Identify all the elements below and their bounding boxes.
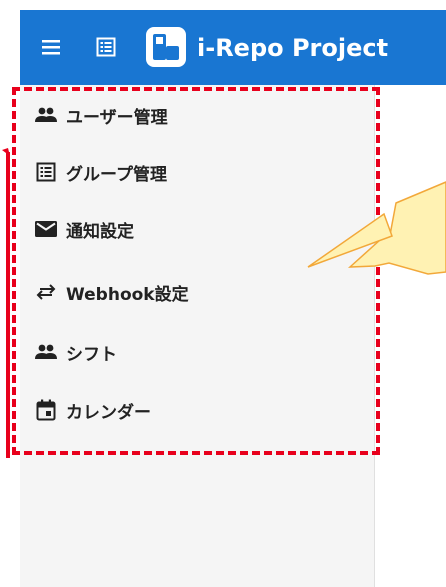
people-icon: [34, 340, 58, 364]
sidebar-item-label: グループ管理: [66, 164, 167, 185]
people-icon: [34, 103, 58, 127]
sidebar-item-group-management[interactable]: グループ管理: [34, 158, 167, 186]
list-box-icon: [34, 160, 58, 184]
mail-icon: [34, 217, 58, 241]
sidebar-item-user-management[interactable]: ユーザー管理: [34, 101, 168, 129]
sidebar-item-label: Webhook設定: [66, 284, 189, 305]
sidebar-item-label: ユーザー管理: [66, 107, 168, 128]
sidebar-item-label: カレンダー: [66, 402, 151, 423]
calendar-icon: [34, 398, 58, 422]
swap-arrows-icon: [34, 280, 58, 304]
sidebar-item-label: 通知設定: [66, 221, 134, 242]
list-view-icon[interactable]: [95, 36, 117, 58]
hamburger-menu-icon[interactable]: [40, 36, 62, 58]
sidebar-item-shift[interactable]: シフト: [34, 338, 117, 366]
annotation-bracket: [2, 148, 10, 458]
sidebar-item-webhook-settings[interactable]: Webhook設定: [34, 278, 189, 306]
sidebar-item-notification-settings[interactable]: 通知設定: [34, 215, 134, 243]
app-title: i-Repo Project: [197, 34, 389, 62]
sidebar-item-label: シフト: [66, 344, 117, 365]
sidebar-item-calendar[interactable]: カレンダー: [34, 396, 151, 424]
app-logo-icon: [145, 26, 187, 68]
app-header: i-Repo Project: [20, 10, 446, 85]
